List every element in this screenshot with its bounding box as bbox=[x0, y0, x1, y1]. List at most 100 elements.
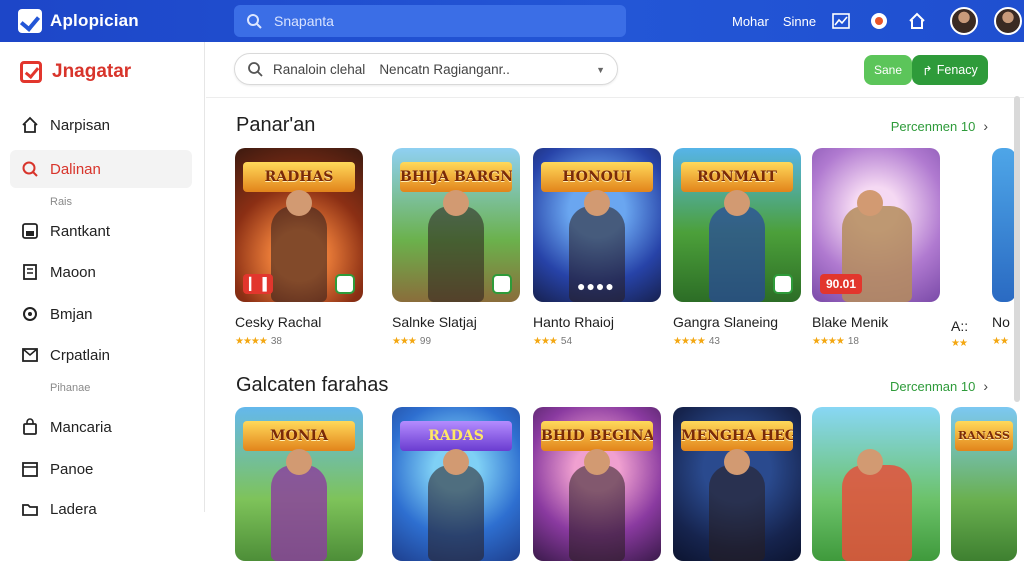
see-more-link[interactable]: Dercenman 10 › bbox=[890, 378, 988, 394]
game-rating: ★★★★ 18 bbox=[812, 336, 859, 347]
see-more-label: Percenmen 10 bbox=[890, 118, 976, 134]
game-thumbnail: RANASS bbox=[951, 407, 1017, 561]
star-icon: ★★★ bbox=[533, 336, 558, 347]
game-thumbnail: BHID BEGINAS bbox=[533, 407, 661, 561]
game-character bbox=[271, 449, 327, 561]
game-title: Salnke Slatjaj bbox=[392, 314, 477, 330]
main-content: Ranaloin clehal Nencatn Ragianganr.. ▼ S… bbox=[206, 42, 1024, 561]
sidebar-brand-name: Jnagatar bbox=[52, 61, 132, 82]
game-title: Cesky Rachal bbox=[235, 314, 322, 330]
game-card[interactable]: RANASS bbox=[951, 407, 1017, 561]
sidebar-subheading: Rais bbox=[50, 196, 73, 208]
top-app-bar: Aplopician Snapanta Mohar Sinne bbox=[0, 0, 1024, 42]
sidebar-item-shop[interactable]: Mancaria bbox=[10, 408, 192, 446]
sidebar-item-label: Narpisan bbox=[50, 116, 111, 134]
game-logo: HONOUI bbox=[541, 162, 653, 192]
global-search-input[interactable]: Snapanta bbox=[234, 5, 626, 37]
search-icon bbox=[248, 62, 263, 77]
game-logo: RADAS bbox=[400, 421, 512, 451]
store-search-input[interactable]: Ranaloin clehal Nencatn Ragianganr.. ▼ bbox=[234, 53, 618, 85]
home-icon[interactable] bbox=[906, 10, 928, 32]
game-title: No bbox=[992, 314, 1010, 330]
game-badge: ▎▐ bbox=[243, 274, 273, 294]
game-title: Hanto Rhaioj bbox=[533, 314, 614, 330]
star-icon: ★★★★ bbox=[812, 336, 845, 347]
secondary-button[interactable]: Sane bbox=[864, 55, 912, 85]
game-card[interactable] bbox=[812, 407, 940, 561]
game-character bbox=[709, 190, 765, 302]
game-title: Gangra Slaneing bbox=[673, 314, 779, 330]
game-rating: ★★★★ 38 bbox=[235, 336, 282, 347]
star-icon: ★★★ bbox=[392, 336, 417, 347]
game-logo: RADHAS bbox=[243, 162, 355, 192]
sidebar-item-saved[interactable]: Rantkant bbox=[10, 212, 192, 250]
library-icon bbox=[20, 345, 40, 365]
sidebar-item-label: Ladera bbox=[50, 500, 97, 518]
game-character bbox=[428, 449, 484, 561]
toolbar: Ranaloin clehal Nencatn Ragianganr.. ▼ S… bbox=[206, 42, 1024, 98]
see-more-label: Dercenman 10 bbox=[890, 378, 976, 394]
top-link-2[interactable]: Sinne bbox=[783, 14, 816, 29]
sidebar-item-home[interactable]: Narpisan bbox=[10, 106, 192, 144]
calendar-icon bbox=[20, 459, 40, 479]
chevron-right-icon: › bbox=[983, 118, 988, 134]
game-thumbnail: MENGHA HEGHALER bbox=[673, 407, 801, 561]
sidebar-item-label: Maoon bbox=[50, 263, 96, 281]
game-character bbox=[271, 190, 327, 302]
game-card[interactable]: RONMAIT Gangra Slaneing ★★★★ 43 bbox=[673, 148, 801, 347]
verified-icon bbox=[335, 274, 355, 294]
game-card[interactable]: RADHAS ▎▐ Cesky Rachal ★★★★ 38 bbox=[235, 148, 363, 347]
chevron-down-icon[interactable]: ▼ bbox=[596, 65, 605, 75]
sidebar-item-label: Mancaria bbox=[50, 418, 112, 436]
sidebar-item-calendar[interactable]: Panoe bbox=[10, 450, 192, 488]
sidebar-item-documents[interactable]: Maoon bbox=[10, 253, 192, 291]
game-card[interactable]: BHIJA BARGNES Salnke Slatjaj ★★★99 bbox=[392, 148, 520, 347]
sidebar-item-label: Bmjan bbox=[50, 305, 93, 323]
global-search-placeholder: Snapanta bbox=[274, 13, 334, 29]
sidebar-item-library[interactable]: Crpatlain bbox=[10, 336, 192, 374]
game-logo: RONMAIT bbox=[681, 162, 793, 192]
game-card[interactable]: BHID BEGINAS bbox=[533, 407, 661, 561]
sidebar-item-settings[interactable]: Bmjan bbox=[10, 295, 192, 333]
sidebar-item-label: Rantkant bbox=[50, 222, 111, 240]
game-card[interactable]: MENGHA HEGHALER bbox=[673, 407, 801, 561]
sidebar-item-folder[interactable]: Ladera bbox=[10, 490, 192, 528]
user-avatar[interactable] bbox=[994, 7, 1023, 35]
star-icon: ★★★★ bbox=[235, 336, 268, 347]
sidebar: Jnagatar Narpisan Dalinan Rais Rantkant … bbox=[0, 42, 205, 518]
app-title: Aplopician bbox=[50, 11, 139, 30]
game-thumbnail: HONOUI ●●●● bbox=[533, 148, 661, 302]
game-thumbnail bbox=[992, 148, 1016, 302]
chart-icon[interactable] bbox=[830, 10, 852, 32]
game-card[interactable]: MONIA bbox=[235, 407, 363, 561]
top-link-1[interactable]: Mohar bbox=[732, 14, 769, 29]
primary-button[interactable]: ↱ Fenacy bbox=[912, 55, 988, 85]
game-title[interactable]: A:: bbox=[951, 318, 968, 334]
game-thumbnail: 90.01 bbox=[812, 148, 940, 302]
game-character bbox=[709, 449, 765, 561]
store-logo-icon bbox=[20, 61, 42, 83]
app-brand[interactable]: Aplopician bbox=[18, 9, 234, 33]
game-thumbnail: RADHAS ▎▐ bbox=[235, 148, 363, 302]
bag-icon bbox=[20, 417, 40, 437]
game-card[interactable]: HONOUI ●●●● Hanto Rhaioj ★★★ 54 bbox=[533, 148, 661, 347]
game-badge: 90.01 bbox=[820, 274, 863, 294]
sidebar-brand[interactable]: Jnagatar bbox=[20, 60, 204, 84]
game-character bbox=[428, 190, 484, 302]
game-thumbnail bbox=[812, 407, 940, 561]
notification-icon[interactable] bbox=[868, 10, 890, 32]
search-query-suffix: Nencatn Ragianganr.. bbox=[379, 61, 510, 77]
folder-icon bbox=[20, 499, 40, 519]
scrollbar[interactable] bbox=[1014, 96, 1020, 402]
star-icon: ★★ bbox=[992, 336, 1009, 347]
game-card[interactable]: RADAS bbox=[392, 407, 520, 561]
app-logo-icon bbox=[18, 9, 42, 33]
star-icon: ★★ bbox=[951, 338, 968, 349]
sidebar-item-search[interactable]: Dalinan bbox=[10, 150, 192, 188]
see-more-link[interactable]: Percenmen 10 › bbox=[891, 118, 988, 134]
user-avatar[interactable] bbox=[950, 7, 979, 35]
game-rating: ★★★★ 43 bbox=[673, 336, 720, 347]
game-card[interactable]: 90.01 Blake Menik ★★★★ 18 bbox=[812, 148, 940, 347]
game-character bbox=[569, 449, 625, 561]
game-card[interactable]: No ★★ bbox=[992, 148, 1016, 347]
